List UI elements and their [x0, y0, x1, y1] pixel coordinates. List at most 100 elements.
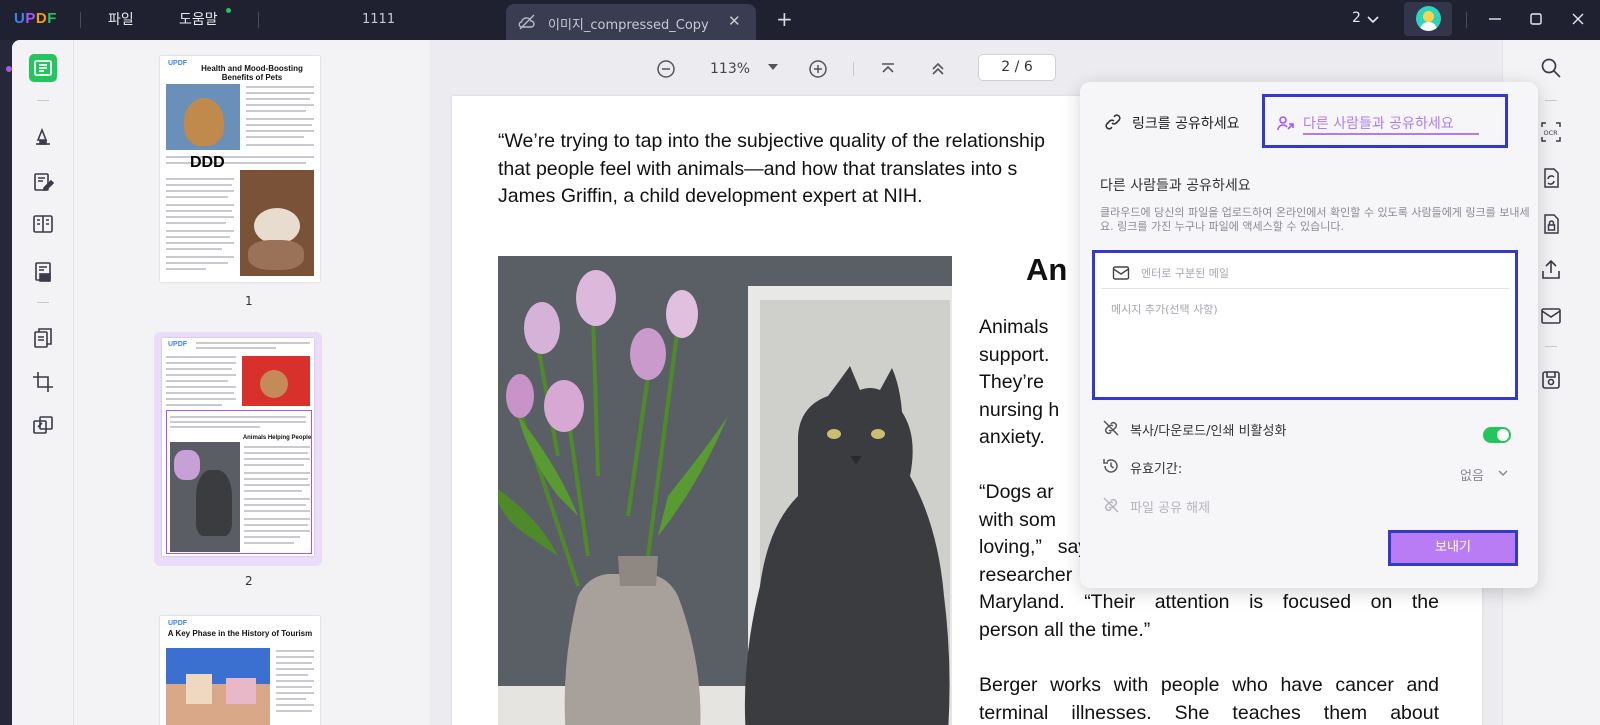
ocr-icon[interactable]: OCR [1539, 120, 1563, 144]
thumbnail-panel: UPDF Health and Mood-Boosting Benefits o… [74, 40, 430, 725]
email-field[interactable]: 엔터로 구분된 메일 [1101, 256, 1509, 289]
current-page: 2 [1001, 59, 1011, 75]
first-page-icon[interactable] [878, 59, 898, 79]
text-line: Maryland. “Their attention is focused on… [979, 591, 1439, 613]
cat-photo-drawing [498, 256, 952, 725]
text-line: person all the time.” [979, 618, 1151, 641]
tab-share-people-label: 다른 사람들과 공유하세요 [1303, 116, 1454, 132]
thumb-cat-image [166, 84, 240, 150]
section-title: An [1026, 252, 1068, 287]
thumb-number-1: 1 [245, 294, 253, 308]
close-window-icon[interactable] [1567, 8, 1589, 30]
toolbar-separator [1545, 100, 1557, 101]
crop-icon[interactable] [29, 368, 57, 396]
thumb-overlay-text: DDD [190, 154, 225, 171]
tab-1111[interactable]: 1111 [362, 12, 395, 27]
chevron-down-icon[interactable] [1496, 466, 1510, 480]
save-icon[interactable] [1539, 368, 1563, 392]
new-tab-button[interactable]: + [776, 7, 793, 31]
tab-share-link[interactable]: 링크를 공유하세요 [1090, 94, 1262, 148]
account-button[interactable] [1404, 2, 1452, 36]
left-toolbar [12, 40, 74, 725]
title-separator [80, 12, 81, 28]
app-window: UPDF Health and Mood-Boosting Benefits o… [12, 40, 1600, 725]
no-copy-icon [1103, 420, 1119, 436]
thumb-cat-image [170, 442, 240, 552]
title-separator [1466, 12, 1467, 28]
toolbar-separator [853, 62, 854, 76]
share-icon[interactable] [1539, 258, 1563, 282]
cloud-off-icon [518, 14, 535, 30]
email-icon[interactable] [1539, 304, 1563, 328]
layers-icon[interactable] [29, 412, 57, 440]
active-tab-underline [1303, 133, 1479, 135]
thumb-title: A Key Phase in the History of Tourism [167, 629, 313, 638]
tab-count[interactable]: 2 [1352, 10, 1361, 26]
share-panel: 링크를 공유하세요 다른 사람들과 공유하세요 다른 사람들과 공유하세요 클라… [1080, 82, 1538, 588]
form-icon[interactable] [29, 258, 57, 286]
thumb-logo: UPDF [168, 60, 188, 67]
total-pages: 6 [1023, 59, 1033, 75]
message-field[interactable]: 메시지 추가(선택 사항) [1111, 301, 1218, 317]
organize-icon[interactable] [29, 210, 57, 238]
link-icon [1105, 114, 1121, 130]
thumb-logo: UPDF [168, 341, 188, 348]
chevron-down-icon[interactable] [1366, 12, 1380, 26]
edit-icon[interactable] [29, 168, 57, 196]
unshare-icon [1103, 497, 1119, 513]
disable-copy-label: 복사/다운로드/인쇄 비활성화 [1130, 424, 1287, 439]
email-message-box: 엔터로 구분된 메일 메시지 추가(선택 사항) [1092, 250, 1518, 400]
zoom-value[interactable]: 113% [710, 61, 750, 77]
page-thumbnail-2[interactable]: UPDF Animals Helping People [162, 338, 314, 556]
zoom-in-icon[interactable] [808, 59, 828, 79]
share-people-icon [1277, 116, 1294, 131]
thumb-number-2: 2 [245, 574, 253, 588]
menu-help[interactable]: 도움말 [179, 9, 218, 29]
thumb-title: Health and Mood-Boosting Benefits of Pet… [201, 64, 303, 82]
page-thumbnail-1[interactable]: UPDF Health and Mood-Boosting Benefits o… [160, 56, 320, 282]
page-separator: / [1014, 59, 1020, 75]
reader-icon[interactable] [29, 54, 57, 82]
share-heading: 다른 사람들과 공유하세요 [1100, 178, 1251, 194]
toolbar-separator [37, 100, 49, 101]
avatar [1416, 6, 1441, 31]
page-number-field[interactable]: 2 / 6 [978, 54, 1056, 81]
text-line: terminal illnesses. She teaches them abo… [979, 701, 1439, 724]
expiry-label: 유효기간: [1130, 462, 1183, 477]
quote-line: “We’re trying to tap into the subjective… [498, 130, 1046, 152]
zoom-out-icon[interactable] [656, 59, 676, 79]
convert-icon[interactable] [1539, 166, 1563, 190]
menu-file[interactable]: 파일 [108, 9, 134, 29]
history-icon [1103, 459, 1118, 473]
thumb-title: Animals Helping People [242, 435, 312, 441]
previous-page-icon[interactable] [928, 59, 948, 79]
tab-close-button[interactable]: ✕ [728, 12, 741, 30]
search-icon[interactable] [1539, 56, 1563, 80]
toggle-knob [1497, 429, 1509, 441]
toolbar-separator [1545, 346, 1557, 347]
maximize-icon[interactable] [1525, 8, 1547, 30]
comment-icon[interactable] [29, 122, 57, 150]
disable-copy-toggle[interactable] [1483, 427, 1511, 443]
document-tab[interactable]: 이미지_compressed_Copy ✕ [506, 4, 756, 40]
thumb-logo: UPDF [168, 620, 188, 627]
mail-icon [1112, 266, 1130, 280]
minimize-icon[interactable] [1484, 8, 1506, 30]
expiry-select[interactable]: 없음 [1460, 465, 1484, 484]
tab-share-link-label: 링크를 공유하세요 [1132, 116, 1240, 132]
thumb-tourism-image [166, 648, 270, 725]
tab-title: 이미지_compressed_Copy [548, 18, 709, 33]
quote-line: that people feel with animals—and how th… [498, 157, 1018, 180]
pages-icon[interactable] [29, 324, 57, 352]
page-thumbnail-3[interactable]: UPDF A Key Phase in the History of Touri… [160, 616, 320, 725]
send-button[interactable]: 보내기 [1388, 530, 1518, 566]
tab-share-people[interactable]: 다른 사람들과 공유하세요 [1262, 94, 1508, 148]
protect-icon[interactable] [1539, 212, 1563, 236]
thumb-dog-image [240, 170, 314, 276]
thumb-dog-image [242, 356, 310, 406]
paragraph-3: Berger works with people who have cancer… [979, 672, 1439, 725]
unshare-file-button[interactable]: 파일 공유 해제 [1130, 497, 1210, 516]
quote-paragraph: “We’re trying to tap into the subjective… [498, 128, 1118, 211]
text-line: Berger works with people who have cancer… [979, 674, 1439, 696]
zoom-dropdown-caret[interactable] [768, 64, 778, 70]
